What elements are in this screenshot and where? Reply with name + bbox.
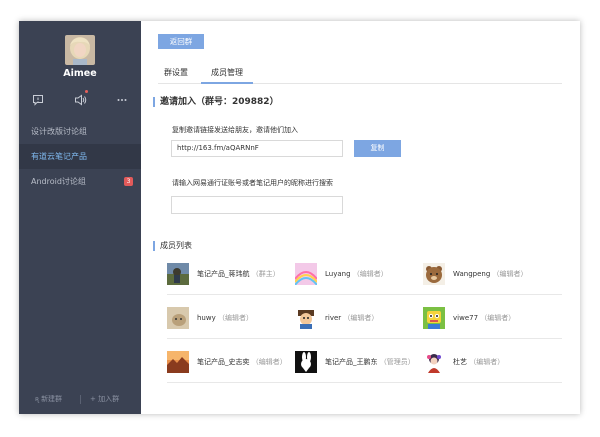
group-label: 设计改版讨论组 [31, 127, 87, 136]
main-panel: 返回群 群设置 成员管理 邀请加入（群号：209882） 复制邀请链接发送给朋友… [141, 21, 580, 414]
member-text: 杜艺 （编辑者） [453, 357, 504, 367]
sidebar-icon-bar [19, 90, 141, 106]
invite-link-field[interactable]: http://163.fm/aQARNnF [171, 140, 343, 157]
member-avatar [423, 263, 445, 285]
member-item[interactable]: Wangpeng （编辑者） [423, 263, 562, 287]
member-avatar [423, 307, 445, 329]
member-item[interactable]: 笔记产品_蒋玮航 （群主） [167, 263, 297, 287]
invite-section-title: 邀请加入（群号：209882） [153, 96, 279, 108]
member-avatar [423, 351, 445, 373]
group-label: 有道云笔记产品 [31, 152, 87, 161]
members-section-title: 成员列表 [153, 240, 192, 252]
back-to-group-button[interactable]: 返回群 [158, 34, 204, 49]
search-hint: 请输入网易通行证账号或者笔记用户的昵称进行搜索 [172, 179, 333, 187]
member-text: Luyang （编辑者） [325, 269, 388, 279]
group-list: 设计改版讨论组 有道云笔记产品 Android讨论组 3 [19, 119, 141, 194]
member-name: 杜艺 [453, 358, 467, 366]
tab-member-management[interactable]: 成员管理 [211, 67, 243, 78]
member-name: Luyang [325, 270, 351, 278]
member-avatar [295, 351, 317, 373]
join-group-button[interactable]: + 加入群 [90, 393, 119, 405]
member-name: Wangpeng [453, 270, 491, 278]
row-divider [167, 382, 562, 383]
member-search-input[interactable] [171, 196, 343, 214]
member-item[interactable]: 杜艺 （编辑者） [423, 351, 562, 375]
member-role: （群主） [251, 270, 280, 278]
member-name: 笔记产品_王鹏东 [325, 358, 378, 366]
member-item[interactable]: huwy （编辑者） [167, 307, 297, 331]
chat-bubble-icon[interactable] [32, 91, 48, 106]
member-avatar [167, 351, 189, 373]
member-item[interactable]: Luyang （编辑者） [295, 263, 425, 287]
username: Aimee [63, 68, 97, 79]
member-role: （编辑者） [352, 270, 388, 278]
member-name: 笔记产品_史志奕 [197, 358, 250, 366]
new-group-label: 新建群 [41, 395, 63, 403]
new-group-button[interactable]: ꭆ 新建群 [35, 393, 62, 405]
row-divider [167, 294, 562, 295]
member-item[interactable]: 笔记产品_史志奕 （编辑者） [167, 351, 297, 375]
member-text: Wangpeng （编辑者） [453, 269, 528, 279]
group-item-notes-product[interactable]: 有道云笔记产品 [19, 144, 141, 169]
member-item[interactable]: river （编辑者） [295, 307, 425, 331]
copy-link-button[interactable]: 复制 [354, 140, 401, 157]
join-group-label: 加入群 [98, 395, 120, 403]
footer-divider [80, 395, 81, 404]
notice-dot [85, 90, 88, 93]
group-item-design[interactable]: 设计改版讨论组 [19, 119, 141, 144]
user-avatar[interactable] [65, 35, 95, 65]
member-item[interactable]: viwe77 （编辑者） [423, 307, 562, 331]
member-role: （编辑者） [343, 314, 379, 322]
member-text: viwe77 （编辑者） [453, 313, 515, 323]
tab-group-settings[interactable]: 群设置 [164, 67, 188, 78]
member-text: 笔记产品_史志奕 （编辑者） [197, 357, 287, 367]
member-avatar [295, 263, 317, 285]
row-divider [167, 338, 562, 339]
group-add-icon: ꭆ [35, 395, 39, 403]
active-tab-indicator [201, 82, 253, 84]
speaker-icon[interactable] [74, 90, 90, 106]
member-avatar [295, 307, 317, 329]
member-item[interactable]: 笔记产品_王鹏东 （管理员） [295, 351, 425, 375]
member-name: huwy [197, 314, 216, 322]
member-text: huwy （编辑者） [197, 313, 253, 323]
group-label: Android讨论组 [31, 177, 86, 186]
member-avatar [167, 307, 189, 329]
member-name: viwe77 [453, 314, 479, 322]
member-name: river [325, 314, 342, 322]
member-text: river （编辑者） [325, 313, 378, 323]
member-text: 笔记产品_蒋玮航 （群主） [197, 269, 280, 279]
group-item-android[interactable]: Android讨论组 3 [19, 169, 141, 194]
invite-link-hint: 复制邀请链接发送给朋友，邀请他们加入 [172, 126, 298, 134]
member-role: （编辑者） [469, 358, 505, 366]
member-role: （编辑者） [251, 358, 287, 366]
member-text: 笔记产品_王鹏东 （管理员） [325, 357, 415, 367]
member-avatar [167, 263, 189, 285]
member-role: （编辑者） [480, 314, 516, 322]
member-role: （编辑者） [492, 270, 528, 278]
member-name: 笔记产品_蒋玮航 [197, 270, 250, 278]
member-role: （编辑者） [217, 314, 253, 322]
sidebar: Aimee 设计改版讨论组 有道云笔记产品 Android讨论组 3 ꭆ 新建群… [19, 21, 141, 414]
app-window: Aimee 设计改版讨论组 有道云笔记产品 Android讨论组 3 ꭆ 新建群… [19, 21, 580, 414]
plus-icon: + [90, 395, 96, 403]
unread-badge: 3 [124, 177, 133, 186]
more-dots-icon[interactable] [116, 91, 132, 105]
member-role: （管理员） [379, 358, 415, 366]
sidebar-footer: ꭆ 新建群 + 加入群 [19, 393, 141, 405]
